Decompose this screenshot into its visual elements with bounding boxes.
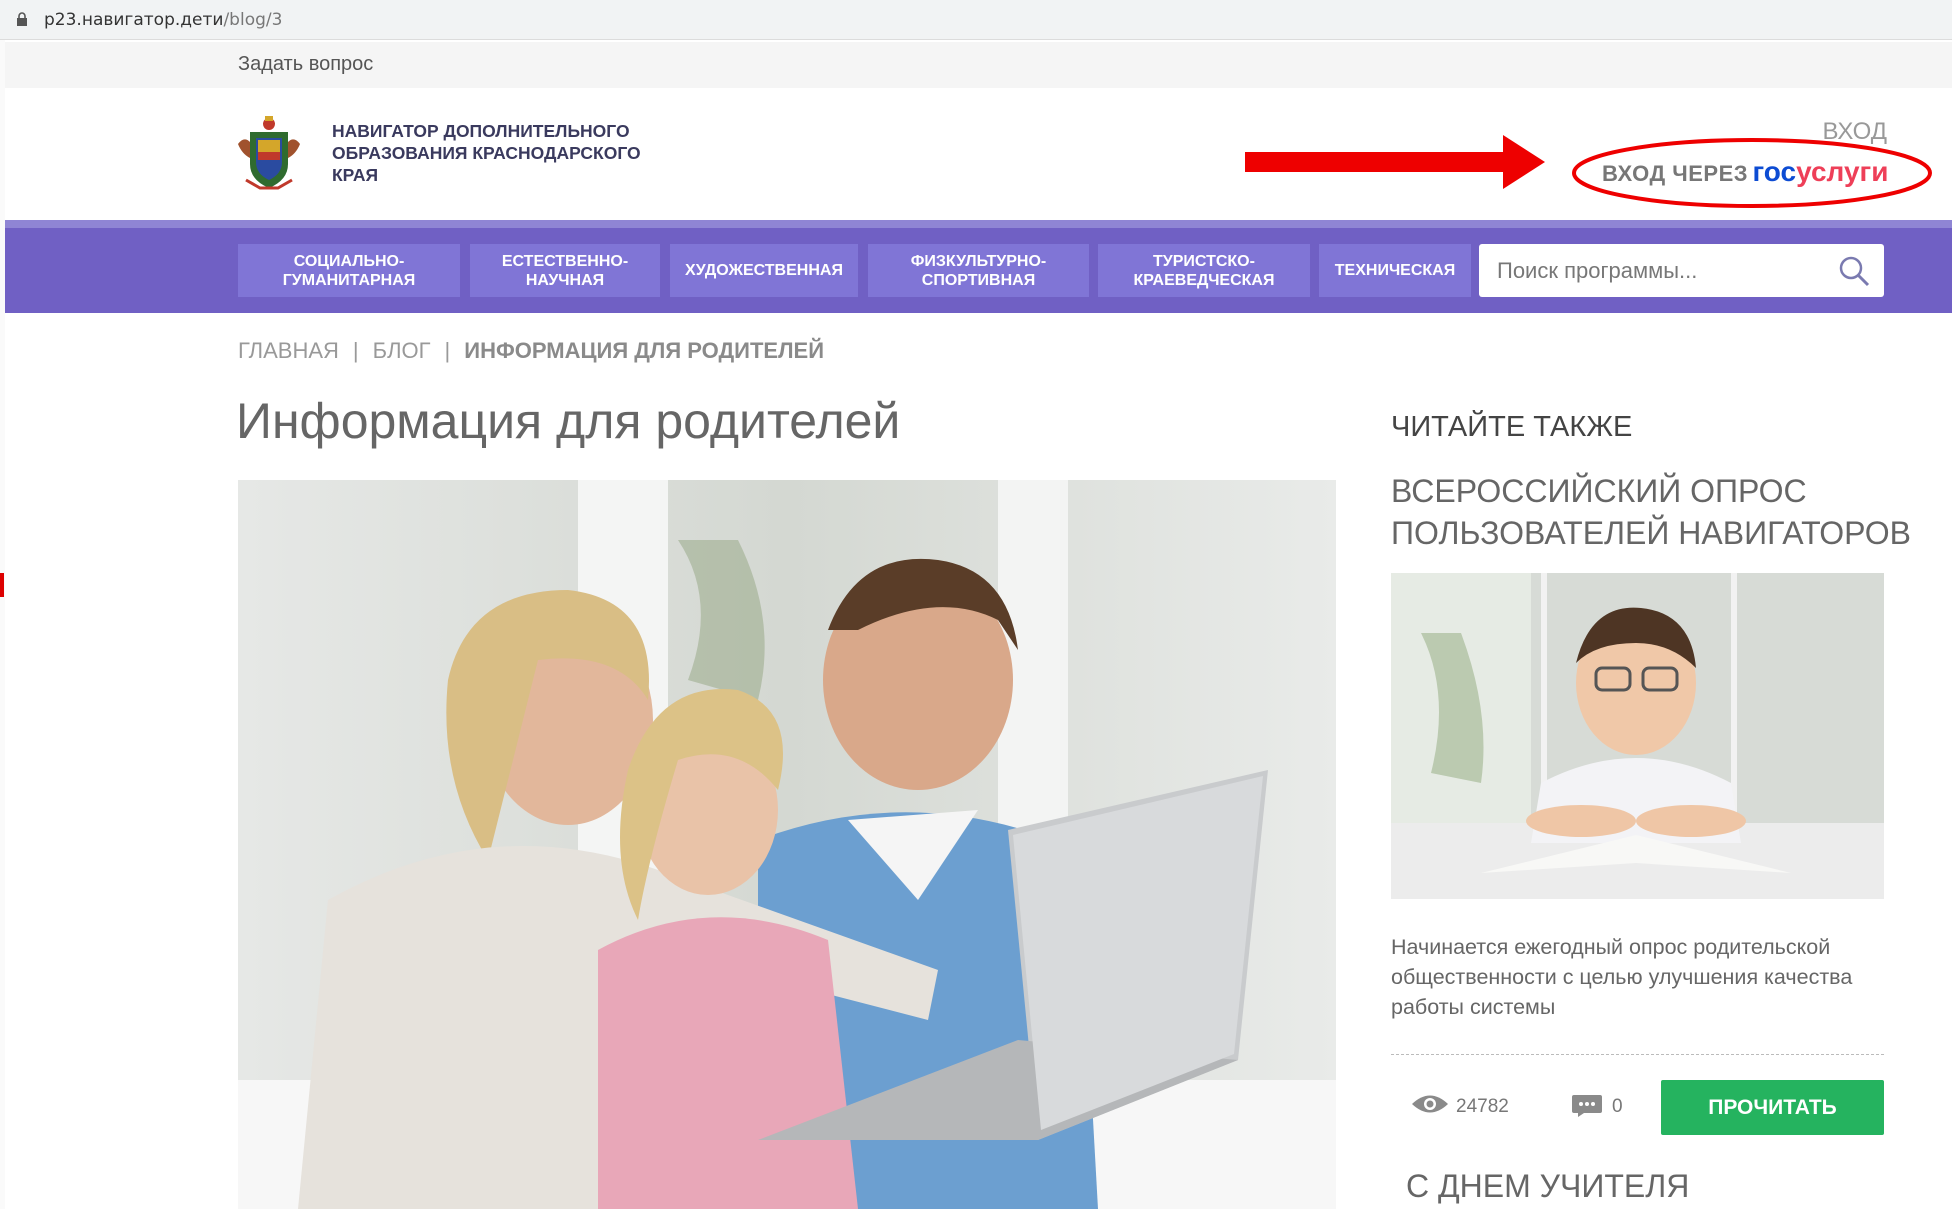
nav-item-sport[interactable]: ФИЗКУЛЬТУРНО-СПОРТИВНАЯ: [868, 244, 1089, 297]
eye-icon: [1412, 1095, 1448, 1113]
browser-address-bar[interactable]: p23.навигатор.дети/blog/3: [0, 0, 1952, 40]
ask-question-link[interactable]: Задать вопрос: [238, 53, 373, 76]
nav-item-social-humanitarian[interactable]: СОЦИАЛЬНО-ГУМАНИТАРНАЯ: [238, 244, 460, 297]
red-marker: [0, 573, 4, 597]
breadcrumb-home[interactable]: ГЛАВНАЯ: [238, 338, 339, 363]
lock-icon: [17, 12, 27, 26]
search-icon[interactable]: [1838, 255, 1870, 287]
comments-count: 0: [1612, 1096, 1623, 1117]
article-divider: [1391, 1054, 1884, 1055]
breadcrumb-current: ИНФОРМАЦИЯ ДЛЯ РОДИТЕЛЕЙ: [464, 338, 825, 363]
program-search: [1479, 244, 1884, 297]
nav-item-tourism[interactable]: ТУРИСТСКО-КРАЕВЕДЧЕСКАЯ: [1098, 244, 1310, 297]
gosuslugi-login-button[interactable]: ВХОД ЧЕРЕЗ госуслуги: [1602, 156, 1888, 188]
read-button[interactable]: ПРОЧИТАТЬ: [1661, 1080, 1884, 1135]
article-image-boy-with-book[interactable]: [1391, 573, 1884, 899]
nav-item-natural-science[interactable]: ЕСТЕСТВЕННО-НАУЧНАЯ: [470, 244, 660, 297]
breadcrumb-blog[interactable]: БЛОГ: [373, 338, 431, 363]
url-text[interactable]: p23.навигатор.дети/blog/3: [44, 10, 282, 30]
breadcrumb-separator: |: [352, 338, 359, 363]
hero-image-family-laptop: [238, 480, 1336, 1209]
nav-top-line: [5, 220, 1952, 228]
top-strip: Задать вопрос: [5, 42, 1952, 88]
page-title: Информация для родителей: [236, 393, 901, 449]
views-count: 24782: [1456, 1096, 1509, 1117]
gosuslugi-logo-part1: гос: [1752, 156, 1797, 187]
nav-item-technical[interactable]: ТЕХНИЧЕСКАЯ: [1319, 244, 1471, 297]
article-excerpt: Начинается ежегодный опрос родительской …: [1391, 935, 1853, 1019]
article-title[interactable]: ВСЕРОССИЙСКИЙ ОПРОС ПОЛЬЗОВАТЕЛЕЙ НАВИГА…: [1391, 470, 1911, 554]
annotation-arrow: [1245, 135, 1545, 189]
nav-item-art[interactable]: ХУДОЖЕСТВЕННАЯ: [670, 244, 858, 297]
article-title[interactable]: С ДНЕМ УЧИТЕЛЯ: [1406, 1168, 1689, 1205]
breadcrumb-separator: |: [444, 338, 451, 363]
sidebar-title: ЧИТАЙТЕ ТАКЖЕ: [1391, 411, 1633, 443]
gosuslugi-login[interactable]: ВХОД ЧЕРЕЗ госуслуги: [1570, 137, 1934, 209]
krasnodar-coat-of-arms-logo[interactable]: [236, 114, 302, 194]
program-search-input[interactable]: [1495, 256, 1829, 286]
breadcrumb: ГЛАВНАЯ | БЛОГ | ИНФОРМАЦИЯ ДЛЯ РОДИТЕЛЕЙ: [238, 338, 824, 364]
gosuslugi-prefix: ВХОД ЧЕРЕЗ: [1602, 161, 1749, 186]
gosuslugi-logo-part2: услуги: [1796, 156, 1889, 187]
comment-icon: [1572, 1095, 1602, 1117]
site-brand-title[interactable]: НАВИГАТОР ДОПОЛНИТЕЛЬНОГО ОБРАЗОВАНИЯ КР…: [332, 120, 672, 186]
